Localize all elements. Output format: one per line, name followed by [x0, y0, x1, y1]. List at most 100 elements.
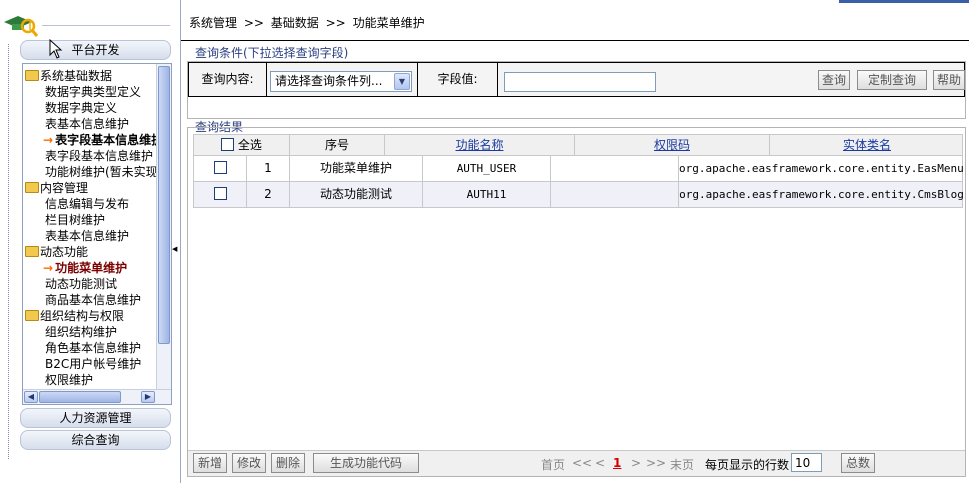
graduation-cap-search-logo-icon [4, 16, 39, 37]
tree-category-content[interactable]: 内容管理 [25, 180, 88, 196]
table-header: 全选 序号 功能名称 权限码 实体类名 [193, 134, 963, 156]
select-all-cell[interactable]: 全选 [194, 135, 290, 155]
tree-item[interactable]: 动态功能测试 [45, 276, 117, 292]
main-content: 系统管理 >> 基础数据 >> 功能菜单维护 查询条件(下拉选择查询字段) 查询… [180, 0, 969, 483]
prev-link[interactable]: < [595, 456, 605, 470]
row-entity: org.apache.easframework.core.entity.EasM… [679, 162, 964, 175]
col-header-name[interactable]: 功能名称 [385, 135, 575, 155]
accordion-label: 人力资源管理 [59, 411, 132, 425]
accordion-general-query[interactable]: 综合查询 [20, 430, 171, 450]
rows-per-page-input[interactable] [791, 453, 822, 472]
tree-category-org[interactable]: 组织结构与权限 [25, 308, 124, 324]
help-button[interactable]: 帮助 [933, 70, 965, 90]
current-page[interactable]: 1 [613, 456, 621, 470]
row-code: AUTH_USER [423, 156, 551, 181]
tree-item[interactable]: 数据字典定义 [45, 100, 117, 116]
tree-vertical-scrollbar[interactable] [156, 64, 171, 389]
select-all-label: 全选 [237, 138, 262, 152]
tree-item[interactable]: 功能树维护(暂未实现) [45, 164, 157, 180]
row-perm [551, 156, 679, 181]
edit-button[interactable]: 修改 [232, 453, 266, 473]
tree-item[interactable]: 信息编辑与发布 [45, 196, 129, 212]
tree-horizontal-scrollbar[interactable]: ◀ ▶ [23, 389, 171, 404]
rows-per-page-label: 每页显示的行数 [705, 458, 790, 472]
tree-item[interactable]: B2C用户帐号维护 [45, 356, 141, 372]
chevron-down-icon[interactable]: ▼ [394, 73, 410, 90]
table-row[interactable]: 1 功能菜单维护 AUTH_USER org.apache.easframewo… [193, 156, 964, 182]
col-header-entity[interactable]: 实体类名 [770, 135, 964, 155]
row-code: AUTH11 [423, 182, 551, 207]
row-name: 动态功能测试 [290, 182, 423, 207]
header-divider [181, 40, 969, 41]
query-legend: 查询条件(下拉选择查询字段) [195, 46, 349, 60]
logo-divider [42, 25, 170, 26]
field-value-input[interactable] [504, 72, 656, 92]
col-header-no: 序号 [290, 135, 385, 155]
prev-fast-link[interactable]: << [572, 456, 592, 470]
tree-item-current[interactable]: → 功能菜单维护 [43, 260, 127, 276]
arrow-right-icon: → [43, 133, 54, 147]
tree-item-selected[interactable]: → 表字段基本信息维护 [43, 132, 157, 148]
collapse-sidebar-icon[interactable]: ◀ [172, 245, 177, 253]
left-sidebar: 平台开发 系统基础数据 数据字典类型定义 数据字典定义 表基本信息维护 → 表字段… [0, 0, 180, 483]
add-button[interactable]: 新增 [193, 453, 227, 473]
tree-item[interactable]: 商品基本信息维护 [45, 292, 141, 308]
arrow-right-icon: → [43, 261, 54, 275]
col-header-perm[interactable]: 权限码 [575, 135, 770, 155]
next-fast-link[interactable]: >> [646, 456, 666, 470]
accordion-label: 平台开发 [71, 43, 120, 57]
select-all-checkbox[interactable] [221, 138, 235, 151]
tree-guide-line [8, 44, 9, 459]
tree-item[interactable]: 权限维护 [45, 372, 93, 388]
generate-code-button[interactable]: 生成功能代码 [313, 453, 419, 473]
breadcrumb-separator: >> [243, 16, 264, 30]
row-perm [551, 182, 679, 207]
row-name: 功能菜单维护 [290, 156, 423, 181]
row-no: 2 [247, 182, 290, 207]
next-link[interactable]: > [631, 456, 641, 470]
folder-icon [25, 182, 39, 193]
accordion-platform-dev[interactable]: 平台开发 [20, 40, 171, 60]
scrollbar-thumb[interactable] [39, 391, 121, 403]
tree-item[interactable]: 表字段基本信息维护 [45, 148, 153, 164]
scroll-right-icon[interactable]: ▶ [141, 391, 155, 403]
tree-item[interactable]: 角色基本信息维护 [45, 340, 141, 356]
folder-icon [25, 310, 39, 321]
tree-content: 系统基础数据 数据字典类型定义 数据字典定义 表基本信息维护 → 表字段基本信息维… [23, 66, 157, 389]
row-checkbox-cell[interactable] [194, 156, 247, 181]
tree-item[interactable]: 栏目树维护 [45, 212, 105, 228]
row-checkbox[interactable] [213, 187, 227, 200]
scroll-left-icon[interactable]: ◀ [24, 391, 38, 403]
query-button[interactable]: 查询 [818, 70, 850, 90]
row-checkbox[interactable] [213, 161, 227, 174]
tree-item[interactable]: 表基本信息维护 [45, 228, 129, 244]
row-entity: org.apache.easframework.core.entity.CmsB… [679, 188, 964, 201]
select-value: 请选择查询条件列... [275, 74, 383, 88]
accordion-hr-mgmt[interactable]: 人力资源管理 [20, 408, 171, 428]
results-fieldset: 全选 序号 功能名称 权限码 实体类名 1 功能菜单维护 AUTH_USER o… [187, 127, 966, 477]
delete-button[interactable]: 删除 [271, 453, 305, 473]
tree-category-system-base[interactable]: 系统基础数据 [25, 68, 112, 84]
tree-item[interactable]: 组织结构维护 [45, 324, 117, 340]
tree-item[interactable]: 表基本信息维护 [45, 116, 129, 132]
row-checkbox-cell[interactable] [194, 182, 247, 207]
table-row[interactable]: 2 动态功能测试 AUTH11 org.apache.easframework.… [193, 182, 964, 208]
scrollbar-thumb[interactable] [158, 66, 170, 344]
query-bar: 查询内容: 请选择查询条件列... ▼ 字段值: 查询 定制查询 帮助 [188, 62, 965, 97]
breadcrumb: 系统管理 >> 基础数据 >> 功能菜单维护 [189, 14, 428, 31]
top-accent-strip [839, 0, 969, 3]
total-button[interactable]: 总数 [841, 453, 875, 473]
breadcrumb-item: 功能菜单维护 [352, 16, 425, 30]
navigation-tree: 系统基础数据 数据字典类型定义 数据字典定义 表基本信息维护 → 表字段基本信息维… [22, 63, 172, 405]
row-no: 1 [247, 156, 290, 181]
last-page-link[interactable]: 末页 [670, 456, 694, 473]
tree-category-dynamic[interactable]: 动态功能 [25, 244, 88, 260]
accordion-label: 综合查询 [71, 433, 120, 447]
query-fieldset: 查询内容: 请选择查询条件列... ▼ 字段值: 查询 定制查询 帮助 [187, 61, 966, 119]
breadcrumb-item: 系统管理 [189, 16, 238, 30]
tree-item[interactable]: 数据字典类型定义 [45, 84, 141, 100]
query-content-label: 查询内容: [189, 63, 267, 96]
first-page-link[interactable]: 首页 [541, 456, 565, 473]
custom-query-button[interactable]: 定制查询 [857, 70, 927, 90]
query-field-select[interactable]: 请选择查询条件列... ▼ [270, 71, 412, 92]
